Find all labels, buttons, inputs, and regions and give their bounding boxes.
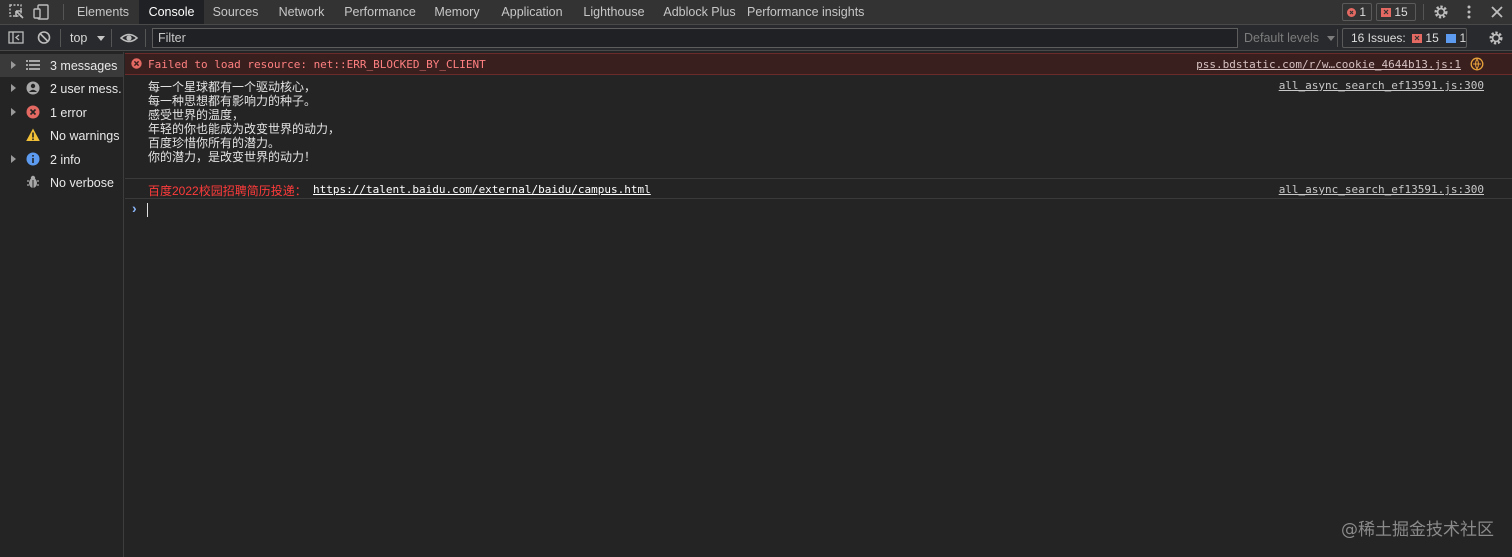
issue-error-icon (1412, 34, 1423, 43)
console-toolbar: top Default levels 16 Issues: 15 1 (0, 25, 1512, 51)
divider (125, 178, 1512, 179)
dropdown-arrow-icon (96, 36, 105, 41)
sidebar-item-verbose[interactable]: No verbose (0, 171, 123, 194)
close-icon[interactable] (1488, 3, 1508, 21)
console-settings-gear-icon[interactable] (1487, 29, 1507, 47)
log-source-link[interactable]: all_async_search_ef13591.js:300 (1279, 183, 1484, 196)
issues-label: 16 Issues: (1351, 31, 1406, 45)
issue-info-icon (1446, 34, 1457, 43)
sidebar-item-label: 2 user mess... (50, 82, 122, 96)
error-count-badge[interactable]: 1 (1342, 3, 1372, 21)
dropdown-arrow-icon (1326, 36, 1335, 41)
context-selector[interactable]: top (70, 31, 105, 45)
tab-adblock-plus[interactable]: Adblock Plus (658, 0, 741, 24)
issues-count-badge[interactable]: 15 (1376, 3, 1416, 21)
tab-performance-insights-label: Performance insights (747, 5, 865, 19)
sidebar-toggle-icon[interactable] (7, 29, 27, 47)
warning-icon (26, 128, 40, 142)
live-expression-eye-icon[interactable] (119, 29, 139, 47)
clear-console-icon[interactable] (35, 29, 55, 47)
tab-memory[interactable]: Memory (426, 0, 488, 24)
recruitment-prefix: 百度2022校园招聘简历投递： (148, 184, 307, 198)
sidebar-item-messages[interactable]: 3 messages (0, 54, 123, 77)
sidebar-item-errors[interactable]: 1 error (0, 101, 123, 124)
recruitment-link[interactable]: https://talent.baidu.com/external/baidu/… (313, 183, 651, 196)
console-prompt[interactable]: › (125, 200, 1512, 220)
watermark: @稀土掘金技术社区 (1341, 520, 1494, 540)
tab-console[interactable]: Console (139, 0, 204, 24)
error-icon (1347, 8, 1356, 17)
device-toolbar-icon[interactable] (32, 3, 52, 21)
tab-performance-insights[interactable]: Performance insights (747, 0, 867, 40)
issues-info-count: 1 (1459, 31, 1467, 45)
list-icon (26, 58, 40, 72)
log-levels-dropdown[interactable]: Default levels (1244, 31, 1335, 45)
tab-elements[interactable]: Elements (70, 0, 136, 24)
sidebar-item-user-messages[interactable]: 2 user mess... (0, 77, 123, 100)
log-source-link[interactable]: all_async_search_ef13591.js:300 (1279, 79, 1484, 92)
more-options-icon[interactable] (1460, 3, 1480, 21)
log-levels-label: Default levels (1244, 31, 1320, 45)
log-line: 你的潜力，是改变世界的动力！ (148, 150, 317, 164)
console-error-message: Failed to load resource: net::ERR_BLOCKE… (125, 53, 1512, 75)
error-text: Failed to load resource: net::ERR_BLOCKE… (148, 58, 486, 71)
divider (1423, 4, 1424, 20)
sidebar-item-label: No verbose (50, 176, 114, 190)
sidebar-item-label: No warnings (50, 129, 120, 143)
divider (1337, 29, 1338, 47)
devtools-tab-bar: Elements Console Sources Network Perform… (0, 0, 1512, 40)
info-icon (26, 152, 40, 166)
expand-arrow-icon[interactable] (11, 84, 16, 92)
sidebar-item-warnings[interactable]: No warnings (0, 124, 123, 147)
issue-flag-icon (1381, 8, 1391, 17)
filter-input[interactable] (152, 28, 1238, 48)
tab-application[interactable]: Application (493, 0, 571, 24)
error-source-link[interactable]: pss.bdstatic.com/r/w…cookie_4644b13.js:1 (1196, 58, 1461, 71)
divider (60, 29, 61, 47)
sidebar-item-label: 3 messages (50, 59, 118, 73)
console-log-message: 百度2022校园招聘简历投递： https://talent.baidu.com… (125, 180, 1512, 198)
expand-arrow-icon[interactable] (11, 108, 16, 116)
console-sidebar: 3 messages 2 user mess... 1 error No war… (0, 52, 124, 557)
sidebar-item-info[interactable]: 2 info (0, 148, 123, 171)
console-output: Failed to load resource: net::ERR_BLOCKE… (125, 52, 1512, 557)
network-blocked-icon[interactable] (1470, 57, 1484, 74)
issues-button[interactable]: 16 Issues: 15 1 (1342, 28, 1467, 48)
user-icon (26, 81, 40, 95)
tab-sources[interactable]: Sources (206, 0, 265, 24)
issues-count: 15 (1394, 5, 1408, 19)
tab-performance[interactable]: Performance (338, 0, 422, 24)
divider (111, 29, 112, 47)
sidebar-item-label: 2 info (50, 153, 81, 167)
expand-arrow-icon[interactable] (11, 61, 16, 69)
expand-arrow-icon[interactable] (11, 155, 16, 163)
inspect-element-icon[interactable] (7, 3, 27, 21)
context-label: top (70, 31, 88, 45)
tab-lighthouse[interactable]: Lighthouse (576, 0, 652, 24)
settings-gear-icon[interactable] (1432, 3, 1452, 21)
error-icon (131, 58, 142, 72)
prompt-chevron-icon: › (132, 200, 137, 216)
error-icon (26, 105, 40, 119)
divider (125, 198, 1512, 199)
divider (145, 29, 146, 47)
console-log-message: 每一个星球都有一个驱动核心， 每一种思想都有影响力的种子。 感受世界的温度， 年… (125, 76, 1512, 179)
tab-network[interactable]: Network (270, 0, 333, 24)
error-count: 1 (1359, 5, 1367, 19)
text-cursor (147, 203, 148, 217)
sidebar-item-label: 1 error (50, 106, 87, 120)
issues-error-count: 15 (1425, 31, 1439, 45)
divider (63, 4, 64, 20)
bug-icon (26, 175, 40, 189)
